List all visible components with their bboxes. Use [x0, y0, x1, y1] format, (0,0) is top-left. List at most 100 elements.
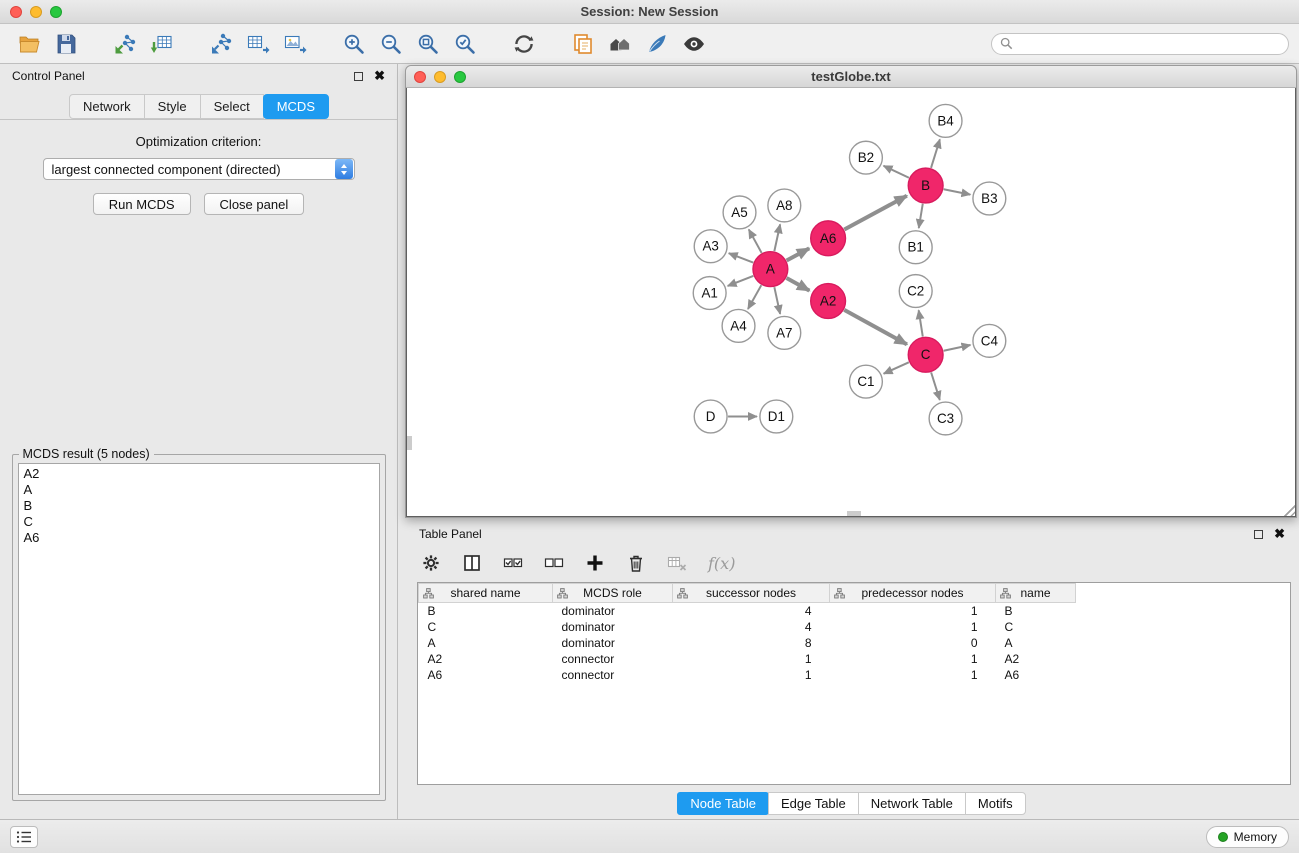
table-cell[interactable]: 1: [830, 619, 996, 635]
import-table-button[interactable]: [143, 28, 180, 60]
control-panel-tab-mcds[interactable]: MCDS: [263, 94, 329, 119]
edge-B-B1[interactable]: [919, 204, 923, 228]
mcds-result-item[interactable]: A: [24, 482, 374, 498]
table-cell[interactable]: A2: [996, 651, 1076, 667]
table-tab-edge-table[interactable]: Edge Table: [768, 792, 859, 815]
edge-C-C1[interactable]: [884, 362, 909, 373]
save-session-button[interactable]: [47, 28, 84, 60]
zoom-selected-button[interactable]: [446, 28, 483, 60]
edge-A-A5[interactable]: [749, 229, 762, 252]
column-header-name[interactable]: name: [996, 584, 1076, 603]
table-cell[interactable]: A2: [419, 651, 553, 667]
edge-A-A1[interactable]: [728, 276, 754, 286]
open-file-button[interactable]: [10, 28, 47, 60]
unselect-all-columns-button[interactable]: [542, 551, 566, 575]
table-row[interactable]: Cdominator41C: [419, 619, 1291, 635]
edge-B-B3[interactable]: [944, 189, 971, 194]
column-header-MCDS-role[interactable]: MCDS role: [553, 584, 673, 603]
show-panels-menu-button[interactable]: [10, 826, 38, 848]
mcds-result-list[interactable]: A2ABCA6: [18, 463, 380, 795]
show-graphics-details-button[interactable]: [675, 28, 712, 60]
table-cell[interactable]: 1: [673, 667, 830, 683]
zoom-fit-button[interactable]: [409, 28, 446, 60]
control-panel-tab-network[interactable]: Network: [69, 94, 145, 119]
canvas-scroll-handle-bottom[interactable]: [847, 511, 861, 516]
float-table-panel-button[interactable]: [1254, 530, 1263, 539]
combo-stepper[interactable]: [335, 159, 353, 179]
table-cell[interactable]: C: [419, 619, 553, 635]
zoom-out-button[interactable]: [372, 28, 409, 60]
minimize-window-button[interactable]: [30, 6, 42, 18]
export-network-button[interactable]: [202, 28, 239, 60]
table-row[interactable]: A6connector11A6: [419, 667, 1291, 683]
close-control-panel-button[interactable]: ✖: [374, 71, 385, 81]
create-new-column-button[interactable]: [583, 551, 607, 575]
table-cell[interactable]: connector: [553, 667, 673, 683]
float-control-panel-button[interactable]: [354, 72, 363, 81]
table-cell[interactable]: 0: [830, 635, 996, 651]
column-header-predecessor-nodes[interactable]: predecessor nodes: [830, 584, 996, 603]
delete-table-button[interactable]: [665, 551, 689, 575]
table-cell[interactable]: 1: [830, 603, 996, 619]
optimization-criterion-select[interactable]: largest connected component (directed): [43, 158, 355, 180]
close-panel-button[interactable]: Close panel: [204, 193, 305, 215]
close-table-panel-button[interactable]: ✖: [1274, 529, 1285, 539]
table-cell[interactable]: B: [996, 603, 1076, 619]
table-cell[interactable]: 4: [673, 619, 830, 635]
table-cell[interactable]: connector: [553, 651, 673, 667]
table-cell[interactable]: 1: [830, 667, 996, 683]
mcds-result-item[interactable]: A2: [24, 466, 374, 482]
table-cell[interactable]: dominator: [553, 619, 673, 635]
edge-C-C4[interactable]: [944, 345, 971, 351]
table-row[interactable]: Adominator80A: [419, 635, 1291, 651]
edge-B-B2[interactable]: [884, 166, 909, 178]
search-input[interactable]: [1018, 37, 1280, 51]
mcds-result-item[interactable]: C: [24, 514, 374, 530]
memory-button[interactable]: Memory: [1206, 826, 1289, 848]
edge-A-A3[interactable]: [729, 253, 753, 262]
edge-A2-C[interactable]: [844, 310, 907, 345]
column-header-shared-name[interactable]: shared name: [419, 584, 553, 603]
table-tab-node-table[interactable]: Node Table: [677, 792, 769, 815]
new-network-from-selection-button[interactable]: [564, 28, 601, 60]
export-image-button[interactable]: [276, 28, 313, 60]
export-table-button[interactable]: [239, 28, 276, 60]
import-network-button[interactable]: [106, 28, 143, 60]
control-panel-tab-select[interactable]: Select: [200, 94, 264, 119]
edge-A-A6[interactable]: [787, 248, 810, 260]
network-canvas[interactable]: B4B2BB3A5A8A6B1A3AC2A1A2A4A7C4CC1C3DD1: [406, 88, 1296, 517]
table-row[interactable]: A2connector11A2: [419, 651, 1291, 667]
first-neighbors-button[interactable]: [601, 28, 638, 60]
canvas-scroll-handle-left[interactable]: [407, 436, 412, 450]
table-cell[interactable]: A: [419, 635, 553, 651]
fullscreen-window-button[interactable]: [50, 6, 62, 18]
table-cell[interactable]: 8: [673, 635, 830, 651]
table-cell[interactable]: C: [996, 619, 1076, 635]
table-tab-network-table[interactable]: Network Table: [858, 792, 966, 815]
refresh-view-button[interactable]: [505, 28, 542, 60]
table-cell[interactable]: 4: [673, 603, 830, 619]
edge-C-C3[interactable]: [931, 372, 940, 400]
edge-A-A4[interactable]: [748, 285, 761, 309]
table-cell[interactable]: A: [996, 635, 1076, 651]
show-column-button[interactable]: [460, 551, 484, 575]
edge-A-A7[interactable]: [774, 287, 780, 314]
annotation-brush-button[interactable]: [638, 28, 675, 60]
control-panel-tab-style[interactable]: Style: [144, 94, 201, 119]
edge-A-A8[interactable]: [774, 224, 780, 251]
table-cell[interactable]: A6: [419, 667, 553, 683]
mcds-result-item[interactable]: A6: [24, 530, 374, 546]
run-mcds-button[interactable]: Run MCDS: [93, 193, 191, 215]
table-cell[interactable]: 1: [673, 651, 830, 667]
column-header-successor-nodes[interactable]: successor nodes: [673, 584, 830, 603]
function-builder-button[interactable]: f(x): [706, 554, 735, 573]
network-window-minimize-button[interactable]: [434, 71, 446, 83]
network-window-zoom-button[interactable]: [454, 71, 466, 83]
close-window-button[interactable]: [10, 6, 22, 18]
table-cell[interactable]: B: [419, 603, 553, 619]
edge-B-B4[interactable]: [931, 139, 940, 168]
table-settings-button[interactable]: [419, 551, 443, 575]
edge-A-A2[interactable]: [787, 278, 810, 291]
select-all-columns-button[interactable]: [501, 551, 525, 575]
search-field[interactable]: [991, 33, 1289, 55]
